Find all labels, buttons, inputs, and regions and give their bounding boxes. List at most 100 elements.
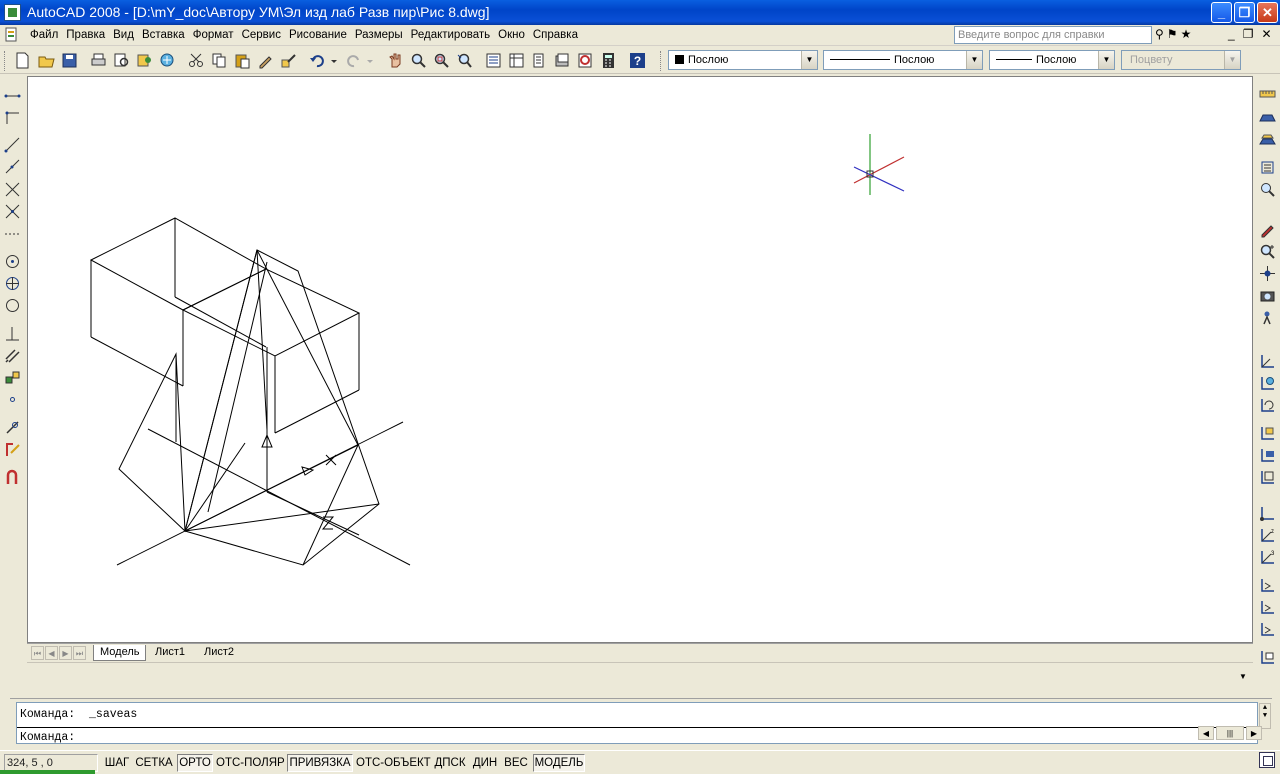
ucs-face-icon[interactable] [1258,424,1277,443]
match-properties-icon[interactable] [256,51,275,70]
toolbar-grip[interactable] [4,51,7,71]
ucs-z-axis-icon[interactable]: z [1258,526,1277,545]
sheet-set-icon[interactable] [553,51,572,70]
ruler-icon[interactable] [1258,84,1277,103]
menu-view[interactable]: Вид [109,28,138,43]
publish-icon[interactable] [135,51,154,70]
ucs-z-rotate-icon[interactable] [1258,620,1277,639]
properties-icon[interactable] [484,51,503,70]
camera-icon[interactable] [1258,286,1277,305]
menu-format[interactable]: Формат [189,28,238,43]
status-model-button[interactable]: МОДЕЛЬ [533,754,585,772]
document-icon[interactable] [4,27,20,43]
dashed-line-icon[interactable] [3,224,22,243]
redo-dropdown-icon[interactable] [364,51,376,70]
chevron-down-icon[interactable]: ▼ [1224,51,1240,69]
ucs-origin-icon[interactable] [1258,504,1277,523]
minimize-button[interactable]: _ [1211,2,1232,23]
status-polar-button[interactable]: ОТС-ПОЛЯР [215,754,285,772]
restore-button[interactable]: ❐ [1234,2,1255,23]
menu-dimension[interactable]: Размеры [351,28,407,43]
favorites-star-icon[interactable]: ★ [1181,27,1192,41]
help-icon[interactable]: ? [628,51,647,70]
quickcalc-icon[interactable] [599,51,618,70]
command-history[interactable]: Команда: _saveas Команда: ▲ ▼ [16,702,1271,744]
copy-icon[interactable] [210,51,229,70]
close-button[interactable]: ✕ [1257,2,1278,23]
ucs-3point-icon[interactable]: 3 [1258,548,1277,567]
layer-previous-icon[interactable] [1258,130,1277,149]
tab-last-icon[interactable]: ⏭ [73,646,86,660]
status-osnap-button[interactable]: ПРИВЯЗКА [287,754,353,772]
properties-toolbar-grip[interactable] [660,51,663,71]
chevron-down-icon[interactable]: ▼ [1098,51,1114,69]
plot-icon[interactable] [89,51,108,70]
doc-minimize-button[interactable]: _ [1228,27,1235,41]
zoom-in-icon[interactable] [1258,242,1277,261]
tab-model[interactable]: Модель [93,645,147,661]
scroll-right-icon[interactable]: ▶ [1246,726,1262,740]
polygon-icon[interactable] [3,157,22,176]
orbit-icon[interactable] [1258,220,1277,239]
redo-icon[interactable] [344,51,363,70]
insert-block-icon[interactable] [3,418,22,437]
menu-modify[interactable]: Редактировать [407,28,494,43]
menu-tools[interactable]: Сервис [238,28,285,43]
menu-file[interactable]: Файл [26,28,62,43]
chevron-down-icon[interactable]: ▼ [966,51,982,69]
search-icon[interactable]: ⚲ [1155,27,1164,41]
construction-line-icon[interactable] [3,108,22,127]
zoom-window-icon[interactable] [432,51,451,70]
tab-first-icon[interactable]: ⏮ [31,646,44,660]
status-lwt-button[interactable]: ВЕС [502,754,530,772]
command-prompt[interactable]: Команда: [20,731,75,744]
menu-draw[interactable]: Рисование [285,28,351,43]
rectangle-icon[interactable] [3,180,22,199]
polyline-icon[interactable] [3,135,22,154]
tab-next-icon[interactable]: ▶ [59,646,72,660]
zoom-previous-icon[interactable] [455,51,474,70]
help-search-input[interactable]: Введите вопрос для справки [954,26,1152,44]
linetype-combo[interactable]: Послою ▼ [823,50,983,70]
multiline-text-icon[interactable] [3,468,22,487]
open-icon[interactable] [37,51,56,70]
3d-pan-icon[interactable] [1258,264,1277,283]
table-icon[interactable] [3,440,22,459]
menu-help[interactable]: Справка [529,28,582,43]
make-block-icon[interactable] [3,368,22,387]
color-combo[interactable]: Послою ▼ [668,50,818,70]
arc-icon[interactable] [3,202,22,221]
ucs-icon[interactable] [1258,352,1277,371]
menu-edit[interactable]: Правка [62,28,109,43]
spline-icon[interactable] [3,324,22,343]
cut-icon[interactable] [187,51,206,70]
tab-layout2[interactable]: Лист2 [198,645,240,661]
ucs-object-icon[interactable] [1258,446,1277,465]
status-ortho-button[interactable]: ОРТО [177,754,213,772]
layer-icon[interactable] [1258,108,1277,127]
command-horizontal-scrollbar[interactable]: ◀ ||| ▶ [1198,726,1266,741]
zoom-realtime-icon[interactable] [409,51,428,70]
revision-cloud-icon[interactable] [3,296,22,315]
status-snap-button[interactable]: ШАГ [103,754,131,772]
shade-icon[interactable] [1258,180,1277,199]
tab-prev-icon[interactable]: ◀ [45,646,58,660]
scroll-left-icon[interactable]: ◀ [1198,726,1214,740]
status-grid-button[interactable]: СЕТКА [134,754,174,772]
status-dyn-button[interactable]: ДИН [470,754,500,772]
plotstyle-combo[interactable]: Поцвету ▼ [1121,50,1241,70]
point-icon[interactable] [3,390,22,409]
ucs-x-rotate-icon[interactable] [1258,576,1277,595]
menu-insert[interactable]: Вставка [138,28,189,43]
markup-icon[interactable] [576,51,595,70]
3d-dwf-icon[interactable] [158,51,177,70]
status-ducs-button[interactable]: ДПСК [432,754,468,772]
line-icon[interactable] [3,86,22,105]
undo-dropdown-icon[interactable] [328,51,340,70]
tool-palettes-icon[interactable] [530,51,549,70]
menu-window[interactable]: Окно [494,28,529,43]
circle-icon[interactable] [3,252,22,271]
save-icon[interactable] [60,51,79,70]
chevron-down-icon[interactable]: ▼ [801,51,817,69]
hide-icon[interactable] [1258,158,1277,177]
